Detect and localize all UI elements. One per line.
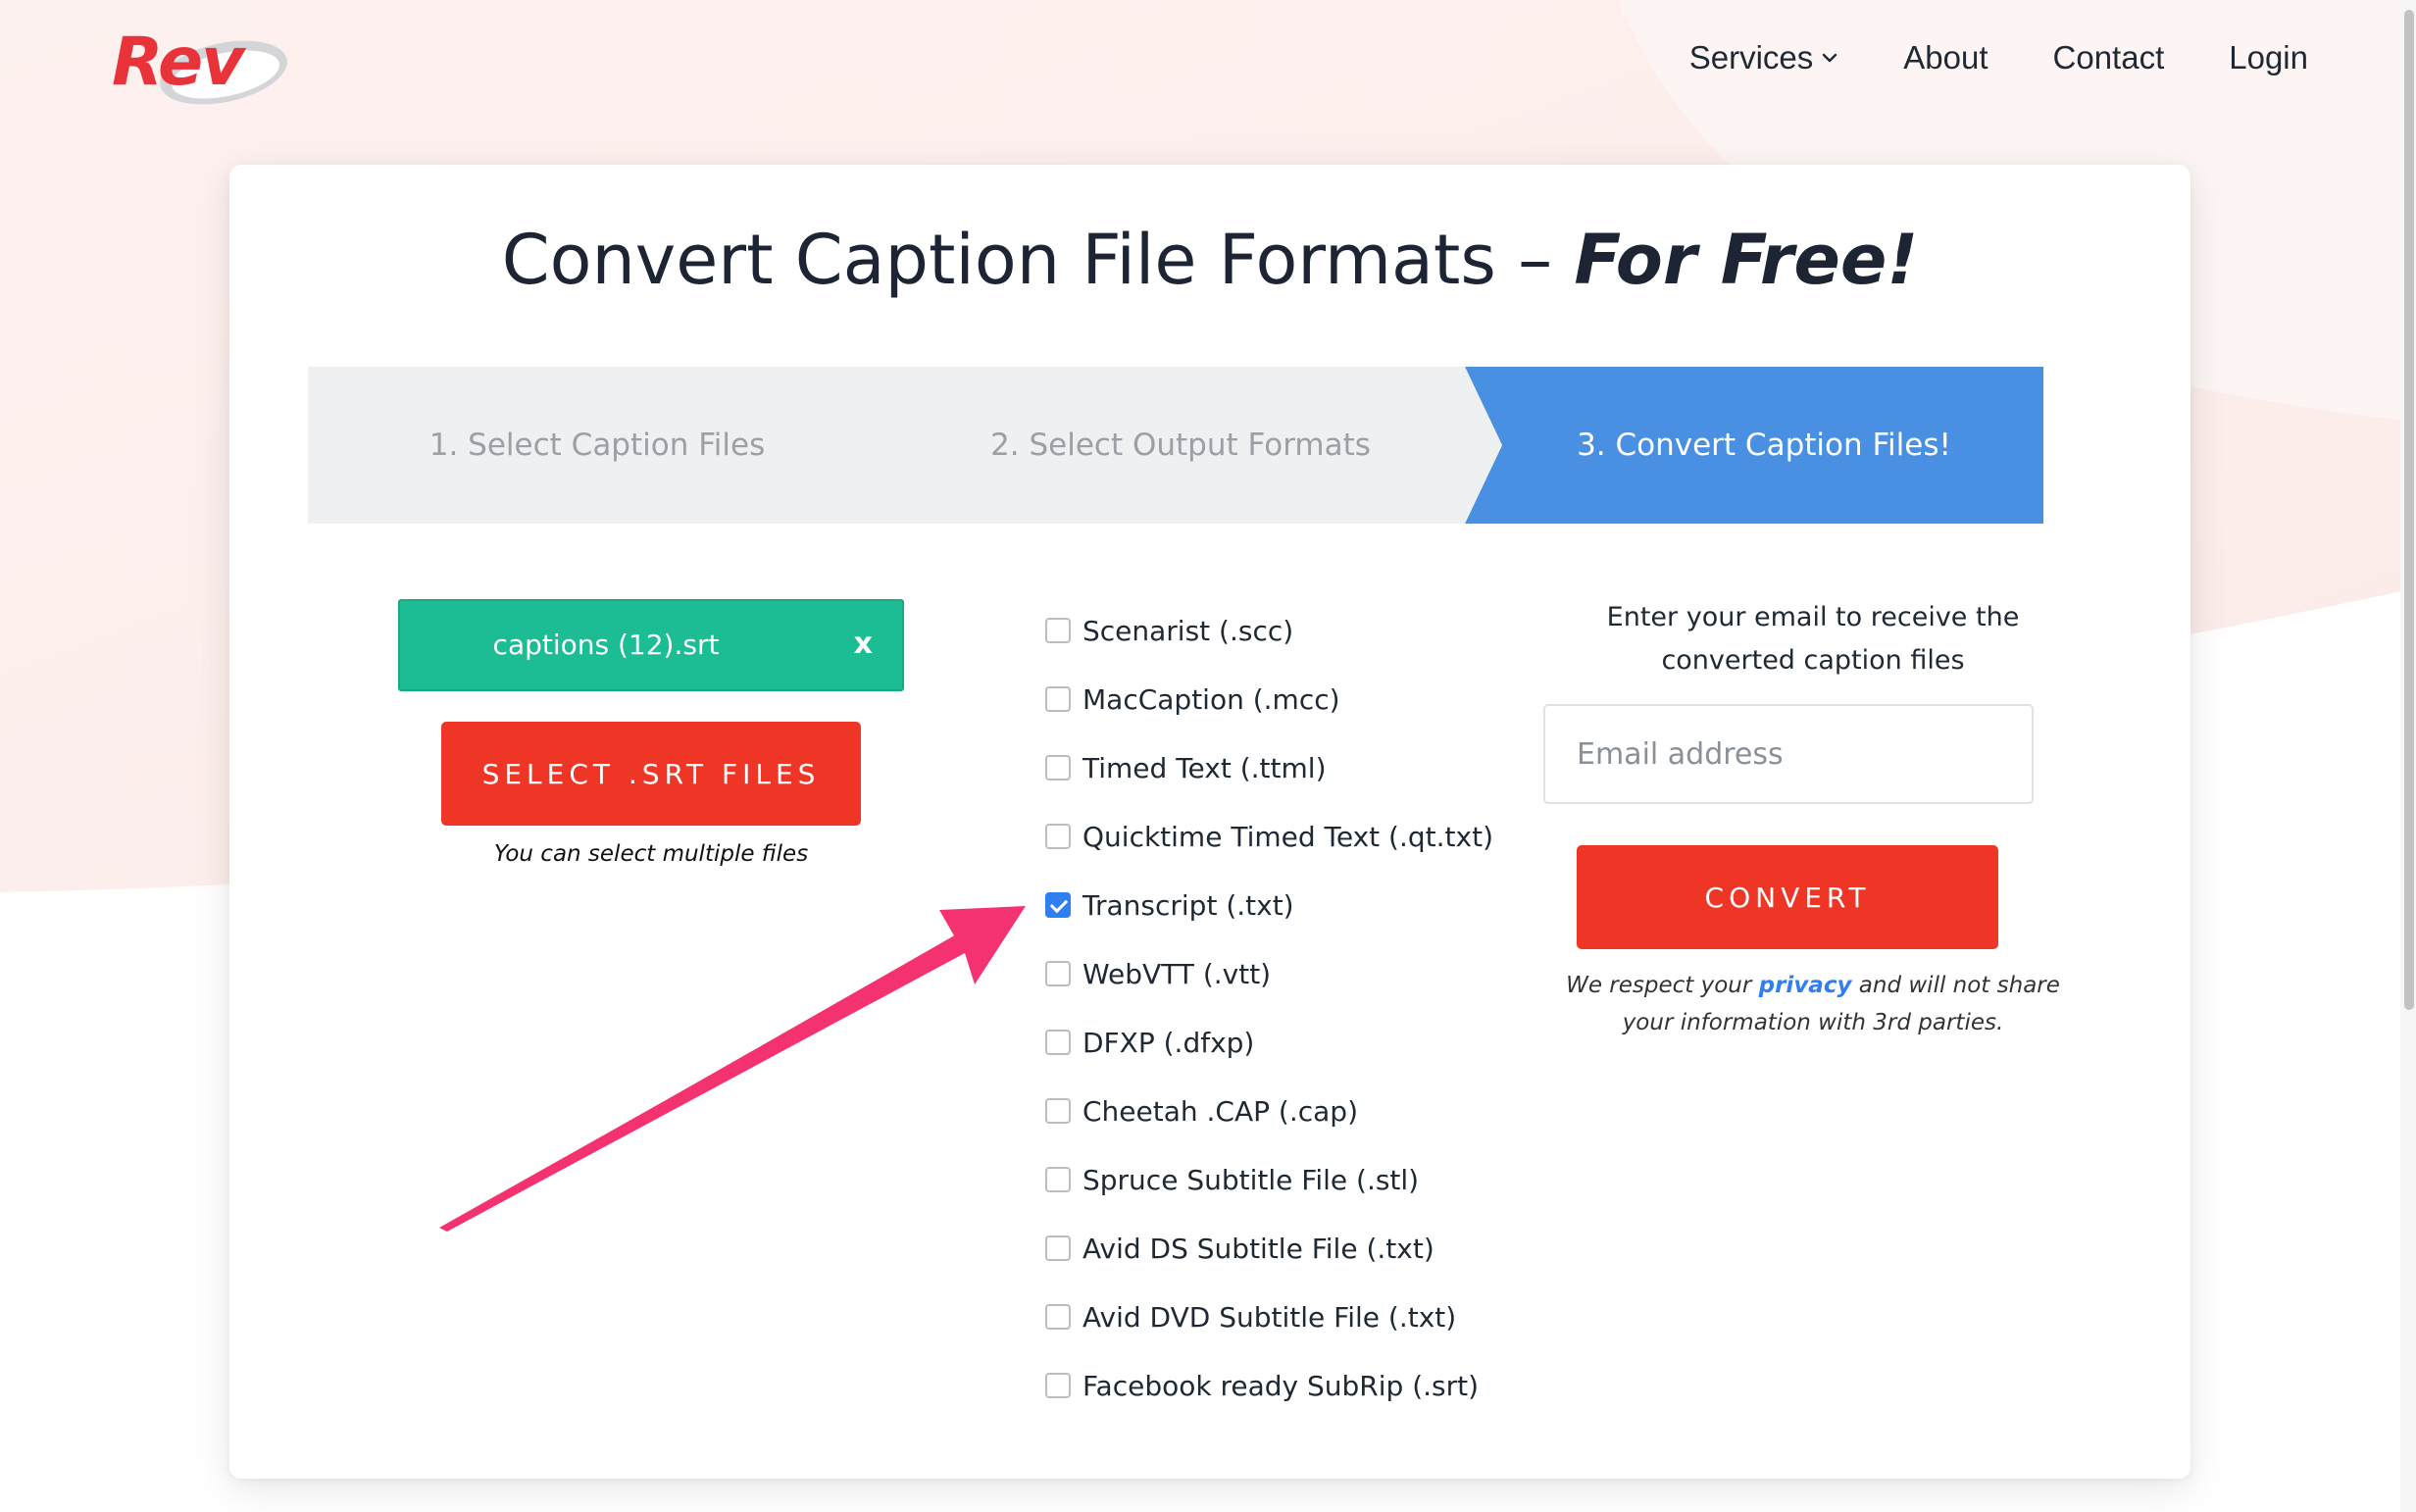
format-option-facebook-srt[interactable]: Facebook ready SubRip (.srt) xyxy=(1045,1351,1594,1420)
format-label: Avid DS Subtitle File (.txt) xyxy=(1082,1232,1434,1265)
step-select-output-formats: 2. Select Output Formats xyxy=(990,428,1371,463)
format-option-avid-ds[interactable]: Avid DS Subtitle File (.txt) xyxy=(1045,1214,1594,1283)
nav-login[interactable]: Login xyxy=(2229,39,2308,76)
format-option-cap[interactable]: Cheetah .CAP (.cap) xyxy=(1045,1077,1594,1145)
nav-contact-label: Contact xyxy=(2052,39,2165,76)
uploaded-file-chip: captions (12).srt x xyxy=(398,599,904,691)
step-convert-caption-files: 3. Convert Caption Files! xyxy=(1577,428,1951,463)
format-label: Cheetah .CAP (.cap) xyxy=(1082,1094,1358,1128)
uploaded-file-name: captions (12).srt xyxy=(492,629,720,661)
select-srt-files-button[interactable]: SELECT .SRT FILES xyxy=(441,722,861,826)
format-label: Timed Text (.ttml) xyxy=(1082,751,1327,784)
nav-services-label: Services xyxy=(1688,39,1814,76)
format-option-vtt[interactable]: WebVTT (.vtt) xyxy=(1045,939,1594,1008)
nav-about[interactable]: About xyxy=(1903,39,1988,76)
step-select-caption-files: 1. Select Caption Files xyxy=(428,428,766,463)
nav-login-label: Login xyxy=(2229,39,2308,76)
convert-button[interactable]: CONVERT xyxy=(1577,845,1998,949)
format-checkbox[interactable] xyxy=(1045,1373,1071,1398)
format-checkbox[interactable] xyxy=(1045,961,1071,986)
format-checkbox[interactable] xyxy=(1045,1098,1071,1124)
format-option-ttml[interactable]: Timed Text (.ttml) xyxy=(1045,733,1594,802)
format-label: Transcript (.txt) xyxy=(1082,888,1294,922)
page-title-emphasis: For Free! xyxy=(1574,220,1919,300)
output-format-list: Scenarist (.scc) MacCaption (.mcc) Timed… xyxy=(1045,596,1594,1420)
format-option-scc[interactable]: Scenarist (.scc) xyxy=(1045,596,1594,665)
rev-logo[interactable]: Rev xyxy=(106,24,292,108)
format-option-dfxp[interactable]: DFXP (.dfxp) xyxy=(1045,1008,1594,1077)
format-checkbox[interactable] xyxy=(1045,1030,1071,1055)
format-checkbox[interactable] xyxy=(1045,1235,1071,1261)
format-checkbox[interactable] xyxy=(1045,618,1071,643)
format-checkbox[interactable] xyxy=(1045,686,1071,712)
format-checkbox-checked[interactable] xyxy=(1045,892,1071,918)
format-label: Scenarist (.scc) xyxy=(1082,614,1294,647)
remove-file-button[interactable]: x xyxy=(854,601,873,687)
format-option-mcc[interactable]: MacCaption (.mcc) xyxy=(1045,665,1594,733)
format-option-stl[interactable]: Spruce Subtitle File (.stl) xyxy=(1045,1145,1594,1214)
format-label: Spruce Subtitle File (.stl) xyxy=(1082,1163,1420,1196)
format-label: Facebook ready SubRip (.srt) xyxy=(1082,1369,1480,1402)
page-scrollbar[interactable] xyxy=(2400,0,2416,1512)
privacy-note-before: We respect your xyxy=(1566,973,1752,998)
format-label: Quicktime Timed Text (.qt.txt) xyxy=(1082,820,1493,853)
progress-stepper: 1. Select Caption Files 2. Select Output… xyxy=(308,367,2043,524)
format-option-qt-txt[interactable]: Quicktime Timed Text (.qt.txt) xyxy=(1045,802,1594,871)
email-input[interactable] xyxy=(1543,704,2034,804)
format-label: DFXP (.dfxp) xyxy=(1082,1026,1255,1059)
scrollbar-thumb[interactable] xyxy=(2404,10,2414,1010)
format-option-transcript[interactable]: Transcript (.txt) xyxy=(1045,871,1594,939)
site-header: Rev Services About Contact Login xyxy=(0,0,2416,147)
format-checkbox[interactable] xyxy=(1045,755,1071,781)
email-prompt: Enter your email to receive the converte… xyxy=(1606,602,2020,676)
format-label: Avid DVD Subtitle File (.txt) xyxy=(1082,1300,1457,1334)
privacy-link[interactable]: privacy xyxy=(1759,973,1852,998)
format-checkbox[interactable] xyxy=(1045,824,1071,849)
converter-card: Convert Caption File Formats – For Free!… xyxy=(229,165,2190,1479)
nav-about-label: About xyxy=(1903,39,1988,76)
page-title: Convert Caption File Formats – For Free! xyxy=(229,220,2190,300)
multiple-files-hint: You can select multiple files xyxy=(493,841,809,867)
nav-services[interactable]: Services xyxy=(1689,39,1839,76)
format-label: MacCaption (.mcc) xyxy=(1082,682,1340,716)
format-checkbox[interactable] xyxy=(1045,1167,1071,1192)
chevron-down-icon xyxy=(1823,53,1837,63)
logo-text: Rev xyxy=(112,24,244,101)
format-option-avid-dvd[interactable]: Avid DVD Subtitle File (.txt) xyxy=(1045,1283,1594,1351)
page-title-main: Convert Caption File Formats – xyxy=(501,220,1553,300)
privacy-note: We respect your privacy and will not sha… xyxy=(1553,967,2073,1041)
main-nav: Services About Contact Login xyxy=(1689,39,2308,76)
format-label: WebVTT (.vtt) xyxy=(1082,957,1272,990)
format-checkbox[interactable] xyxy=(1045,1304,1071,1330)
nav-contact[interactable]: Contact xyxy=(2053,39,2165,76)
